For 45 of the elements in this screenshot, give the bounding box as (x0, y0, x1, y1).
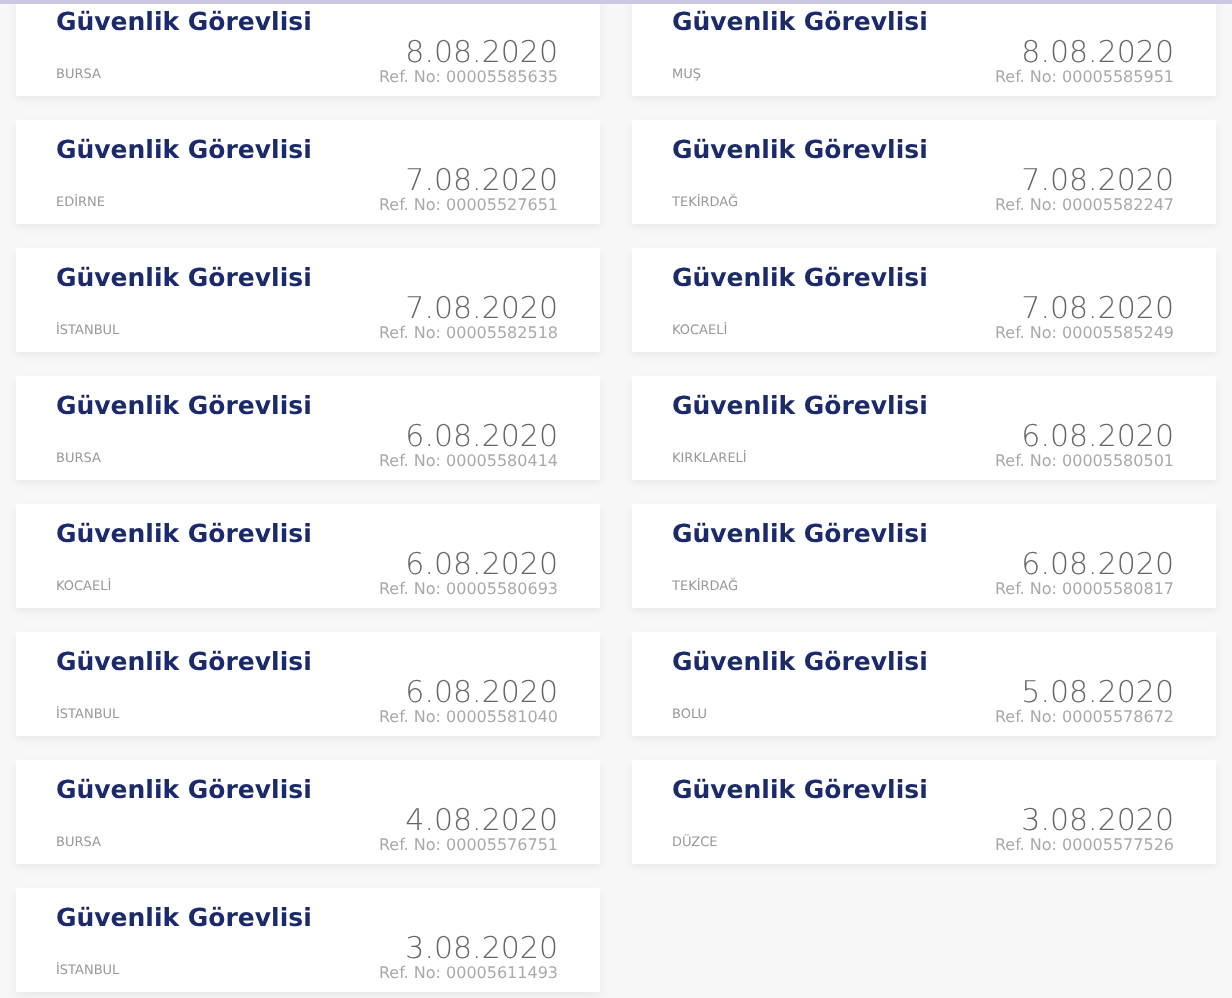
job-title: Güvenlik Görevlisi (672, 134, 928, 164)
reference-number: Ref. No: 00005576751 (378, 836, 558, 856)
job-date: 3.08.2020 (405, 932, 558, 964)
job-date: 8.08.2020 (405, 36, 558, 68)
reference-number: Ref. No: 00005580693 (378, 580, 558, 600)
job-date: 5.08.2020 (1021, 676, 1174, 708)
job-title: Güvenlik Görevlisi (672, 6, 928, 36)
reference-number: Ref. No: 00005585635 (378, 68, 558, 88)
job-title: Güvenlik Görevlisi (56, 518, 312, 548)
job-title: Güvenlik Görevlisi (672, 518, 928, 548)
job-title: Güvenlik Görevlisi (56, 134, 312, 164)
job-date: 7.08.2020 (405, 164, 558, 196)
job-date: 7.08.2020 (405, 292, 558, 324)
job-title: Güvenlik Görevlisi (672, 646, 928, 676)
job-title: Güvenlik Görevlisi (672, 262, 928, 292)
reference-number: Ref. No: 00005527651 (378, 196, 558, 216)
job-date: 6.08.2020 (1021, 420, 1174, 452)
job-title: Güvenlik Görevlisi (672, 390, 928, 420)
job-title: Güvenlik Görevlisi (56, 6, 312, 36)
job-date: 6.08.2020 (405, 676, 558, 708)
job-date: 3.08.2020 (1021, 804, 1174, 836)
job-title: Güvenlik Görevlisi (56, 774, 312, 804)
job-date: 7.08.2020 (1021, 164, 1174, 196)
job-date: 8.08.2020 (1021, 36, 1174, 68)
job-date: 7.08.2020 (1021, 292, 1174, 324)
reference-number: Ref. No: 00005611493 (378, 964, 558, 984)
job-title: Güvenlik Görevlisi (672, 774, 928, 804)
job-title: Güvenlik Görevlisi (56, 902, 312, 932)
job-date: 6.08.2020 (1021, 548, 1174, 580)
reference-number: Ref. No: 00005580501 (994, 452, 1174, 472)
reference-number: Ref. No: 00005585249 (994, 324, 1174, 344)
job-title: Güvenlik Görevlisi (56, 390, 312, 420)
reference-number: Ref. No: 00005582518 (378, 324, 558, 344)
reference-number: Ref. No: 00005581040 (378, 708, 558, 728)
reference-number: Ref. No: 00005578672 (994, 708, 1174, 728)
job-title: Güvenlik Görevlisi (56, 262, 312, 292)
reference-number: Ref. No: 00005580817 (994, 580, 1174, 600)
reference-number: Ref. No: 00005582247 (994, 196, 1174, 216)
job-date: 6.08.2020 (405, 548, 558, 580)
reference-number: Ref. No: 00005585951 (994, 68, 1174, 88)
reference-number: Ref. No: 00005577526 (994, 836, 1174, 856)
job-date: 6.08.2020 (405, 420, 558, 452)
job-date: 4.08.2020 (405, 804, 558, 836)
job-title: Güvenlik Görevlisi (56, 646, 312, 676)
reference-number: Ref. No: 00005580414 (378, 452, 558, 472)
